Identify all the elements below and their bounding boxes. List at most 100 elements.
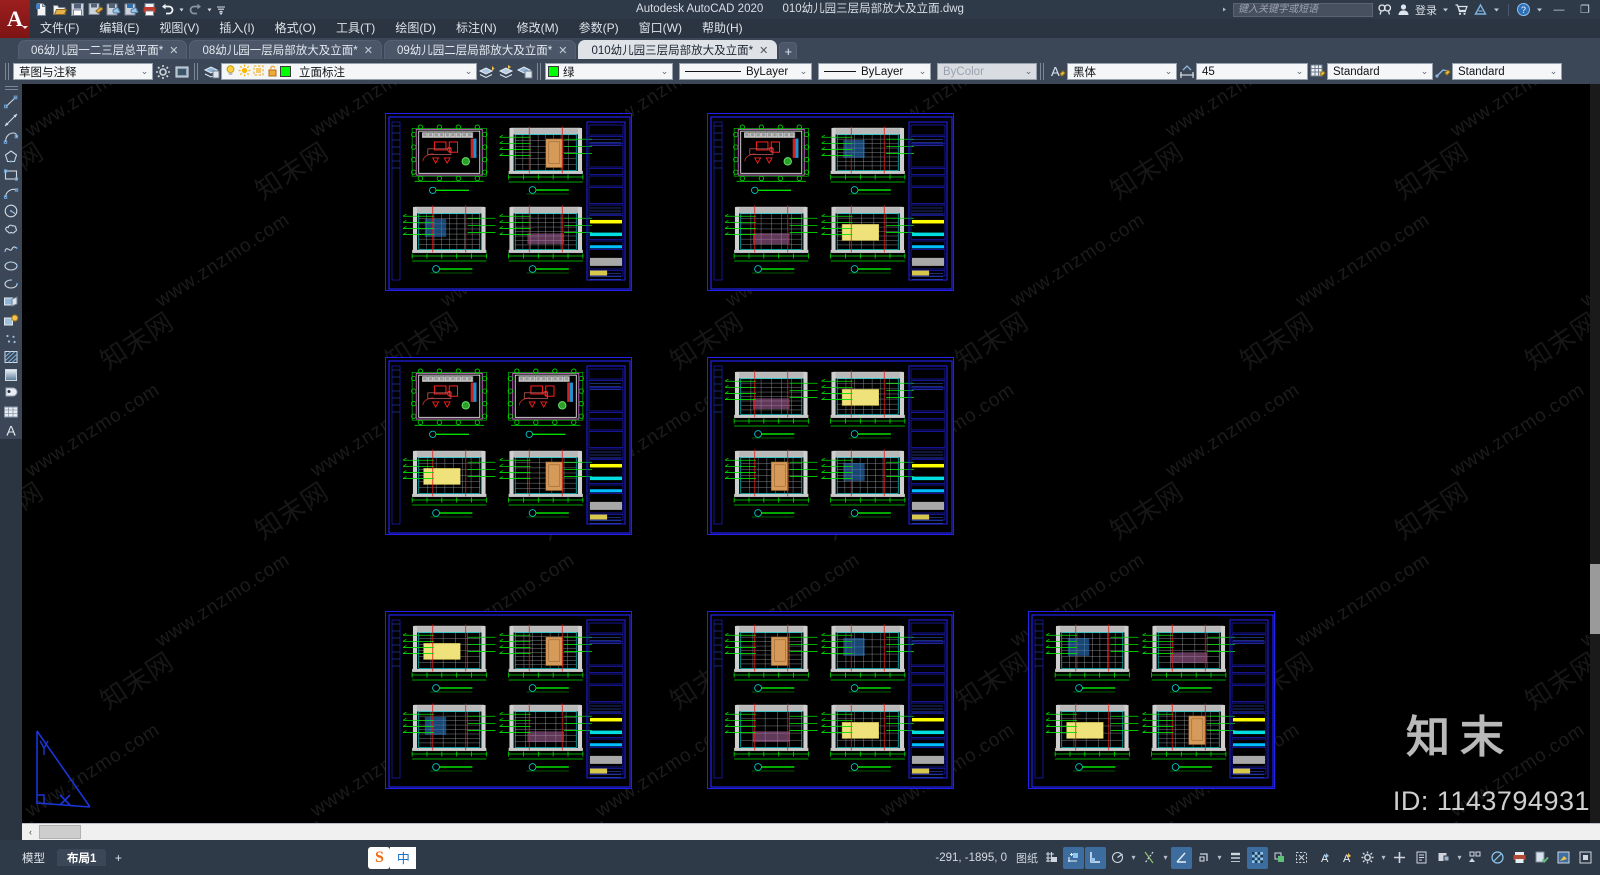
drawing-canvas[interactable]: www.znzmo.com 知末网 www.znzmo.com 知末网 www.znzm… [22,84,1600,823]
object-snap-button[interactable] [1171,846,1192,869]
layout-tab[interactable]: 布局1 [57,849,107,866]
3d-object-snap-button[interactable] [1193,847,1214,869]
gradient-tool[interactable] [1,366,21,384]
lineweight-combo[interactable]: ByLayer ⌄ [818,63,931,80]
ortho-mode-button[interactable] [1085,846,1106,869]
app-dropdown-icon[interactable] [1492,2,1501,17]
workspace-combo[interactable]: 草图与注释 ⌄ [13,63,153,80]
cloud-save-icon[interactable] [106,2,121,17]
hardware-accel-button[interactable] [1487,847,1508,869]
close-icon[interactable]: ✕ [759,44,768,57]
menu-draw[interactable]: 绘图(D) [385,19,446,38]
ellipse-arc-tool[interactable] [1,275,21,293]
arc-tool[interactable] [1,184,21,202]
search-autodesk-icon[interactable] [1377,2,1392,17]
save-as-icon[interactable] [88,2,103,17]
document-tab[interactable]: 08幼儿园一层局部放大及立面* ✕ [189,40,382,59]
rectangle-tool[interactable] [1,166,21,184]
customize-qat-icon[interactable] [216,2,226,17]
object-snap-tracking-button[interactable] [1139,847,1160,869]
close-icon[interactable]: ✕ [558,44,567,57]
3d-object-snap-dropdown-icon[interactable]: ▾ [1215,847,1224,869]
toolbar-grip[interactable] [5,63,10,80]
coordinates-display[interactable]: -291, -1895, 0 [935,852,1007,864]
menu-parametric[interactable]: 参数(P) [569,19,629,38]
spline-tool[interactable] [1,239,21,257]
vertical-scroll-thumb[interactable] [1590,564,1600,634]
sheet-b1[interactable] [385,357,632,535]
object-snap-tracking-dropdown-icon[interactable]: ▾ [1161,847,1170,869]
autodesk-store-icon[interactable] [1454,2,1469,17]
annotation-monitor-button[interactable] [1389,847,1410,869]
application-menu-button[interactable]: A [0,0,30,38]
search-dropdown-icon[interactable] [1220,2,1229,17]
sheet-a2[interactable] [707,113,954,291]
polygon-tool[interactable] [1,147,21,165]
scroll-left-arrow-icon[interactable]: ‹ [22,825,39,840]
selection-cycling-button[interactable] [1269,847,1290,869]
display-drawing-grid-button[interactable] [1041,847,1062,869]
frame-icon[interactable] [252,64,265,80]
menu-tools[interactable]: 工具(T) [326,19,385,38]
sheet-c3[interactable] [1028,611,1275,789]
circle-tool[interactable] [1,202,21,220]
new-file-icon[interactable] [34,2,49,17]
text-toolbar-grip[interactable] [1040,63,1045,80]
isolate-objects-button[interactable] [1433,847,1454,869]
dimension-style-icon[interactable] [1177,62,1196,81]
customization-button[interactable] [1575,847,1596,869]
transparency-button[interactable] [1247,846,1268,869]
plot-status-button[interactable] [1509,847,1530,869]
sun-freeze-icon[interactable] [238,64,251,80]
close-icon[interactable]: ✕ [169,44,178,57]
open-cloud-icon[interactable] [124,2,139,17]
help-dropdown-icon[interactable] [1535,2,1544,17]
layer-previous-icon[interactable] [477,62,496,81]
signin-label[interactable]: 登录 [1415,2,1437,18]
text-style-icon[interactable]: A [1048,62,1067,81]
selection-filter-button[interactable] [1291,847,1312,869]
horizontal-scroll-thumb[interactable] [39,825,81,839]
undo-icon[interactable] [160,2,175,17]
autoscale-button[interactable]: A [1335,847,1356,869]
menu-file[interactable]: 文件(F) [30,19,89,38]
layer-toolbar-grip[interactable] [194,63,199,80]
annotation-scale-button[interactable] [1531,847,1552,869]
isolate-objects-dropdown-icon[interactable]: ▾ [1455,847,1464,869]
horizontal-scrollbar[interactable]: ‹ [22,823,1600,840]
new-tab-button[interactable]: + [779,42,798,59]
redo-dropdown-icon[interactable] [206,2,213,17]
make-block-tool[interactable] [1,311,21,329]
ime-mode-label[interactable]: 中 [390,846,417,869]
menu-insert[interactable]: 插入(I) [209,19,264,38]
mtext-tool[interactable]: A [1,421,21,439]
polar-tracking-button[interactable] [1107,847,1128,869]
sogou-ime-icon[interactable]: S [368,846,391,869]
workspace-display-icon[interactable] [172,62,191,81]
menu-edit[interactable]: 编辑(E) [89,19,149,38]
properties-grip[interactable] [537,63,542,80]
clean-screen-button[interactable] [1553,847,1574,869]
layer-combo[interactable]: 立面标注 ⌄ [294,63,477,80]
menu-modify[interactable]: 修改(M) [507,19,569,38]
document-tab[interactable]: 06幼儿园一二三层总平面* ✕ [18,40,188,59]
textstyle-combo[interactable]: 黑体 ⌄ [1067,63,1177,80]
unlock-icon[interactable] [266,64,279,80]
add-layout-button[interactable]: + [108,849,128,866]
snap-mode-button[interactable] [1063,846,1084,869]
bulb-on-icon[interactable] [224,64,237,80]
save-icon[interactable] [70,2,85,17]
polyline-tool[interactable] [1,129,21,147]
annotation-visibility-button[interactable]: A [1313,847,1334,869]
sheet-c1[interactable] [385,611,632,789]
document-tab[interactable]: 09幼儿园二层局部放大及立面* ✕ [383,40,577,59]
polar-tracking-dropdown-icon[interactable]: ▾ [1129,847,1138,869]
redo-icon[interactable] [188,2,203,17]
minimize-button[interactable]: — [1548,0,1570,19]
layer-match-icon[interactable] [496,62,515,81]
menu-view[interactable]: 视图(V) [149,19,209,38]
autodesk-app-icon[interactable] [1473,2,1488,17]
menu-dimension[interactable]: 标注(N) [446,19,507,38]
table-style-icon[interactable] [1308,62,1327,81]
undo-dropdown-icon[interactable] [178,2,185,17]
